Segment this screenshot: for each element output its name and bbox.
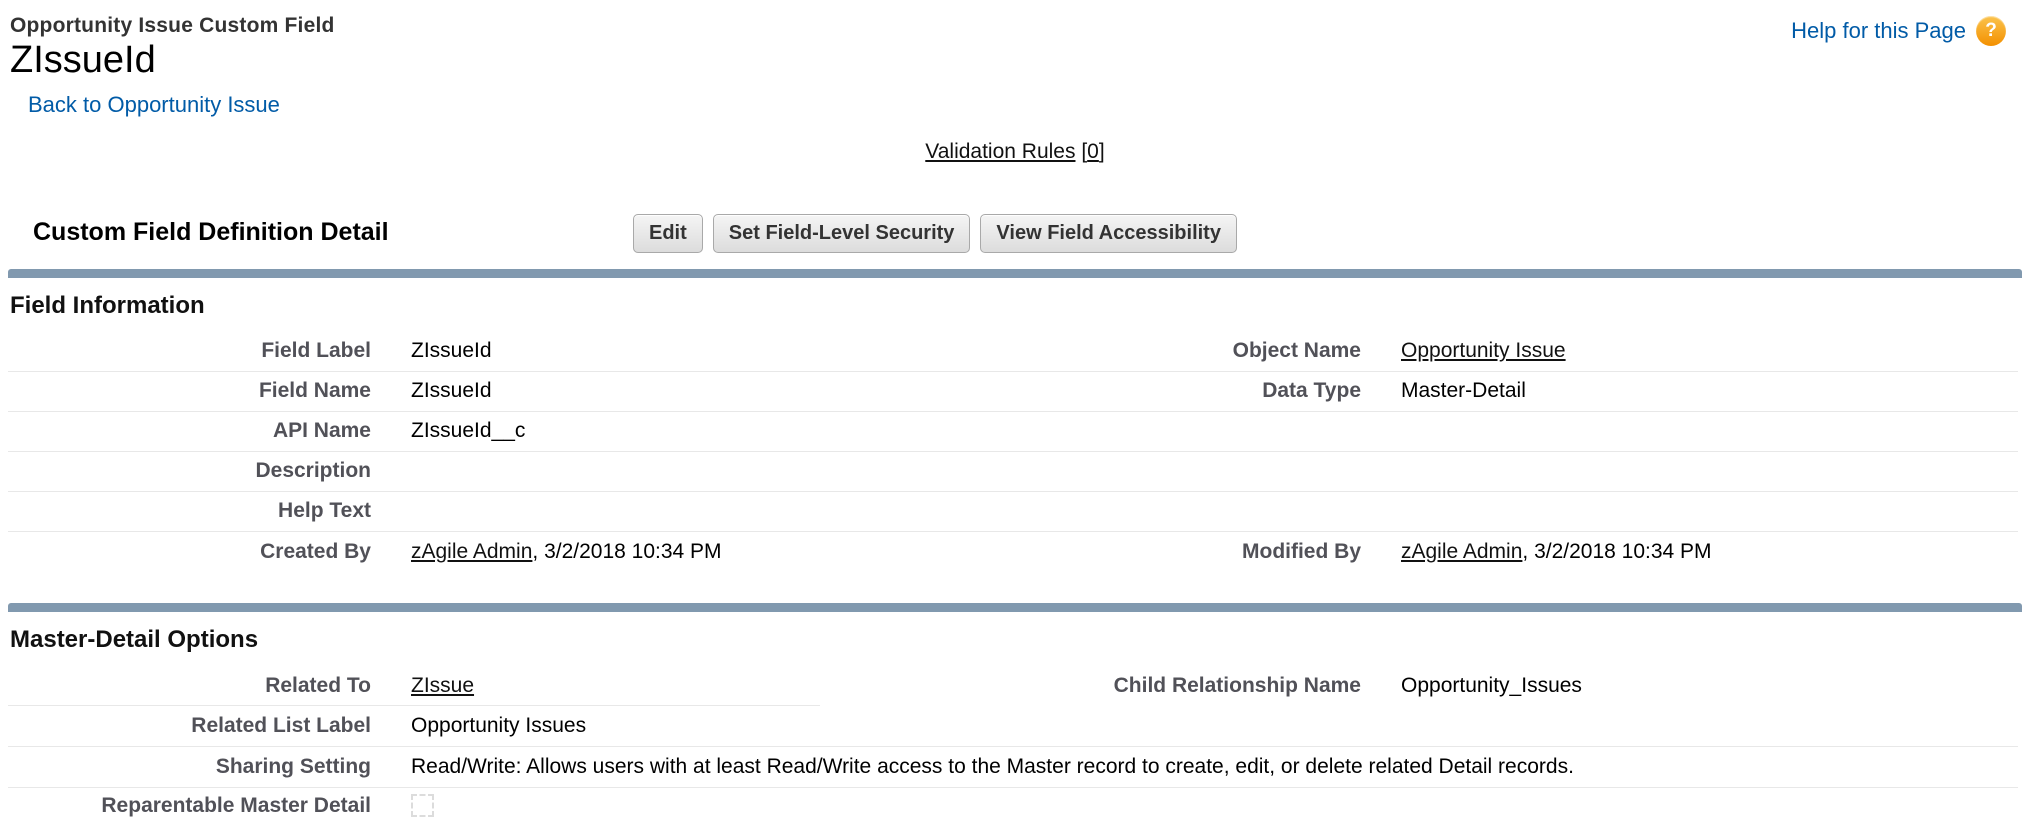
- field-label-label: Field Label: [8, 339, 383, 363]
- table-row: Related To ZIssue Child Relationship Nam…: [8, 666, 2018, 706]
- table-row: Help Text: [8, 492, 2018, 532]
- master-detail-options-table: Related To ZIssue Child Relationship Nam…: [8, 666, 2018, 826]
- related-list-label-value: Opportunity Issues: [383, 714, 2018, 738]
- related-to-link[interactable]: ZIssue: [411, 674, 474, 697]
- related-list-label-label: Related List Label: [8, 714, 383, 738]
- help-area: Help for this Page ?: [1791, 16, 2006, 46]
- detail-section-title: Custom Field Definition Detail: [33, 218, 389, 247]
- view-field-accessibility-button[interactable]: View Field Accessibility: [980, 214, 1237, 253]
- field-name-label: Field Name: [8, 379, 383, 403]
- table-row: Sharing Setting Read/Write: Allows users…: [8, 747, 2018, 788]
- data-type-value: Master-Detail: [1373, 379, 2018, 403]
- table-row: Description: [8, 452, 2018, 492]
- api-name-value: ZIssueId__c: [383, 419, 1018, 443]
- created-by-value: zAgile Admin, 3/2/2018 10:34 PM: [383, 540, 1018, 564]
- validation-rules-link[interactable]: Validation Rules: [925, 140, 1075, 163]
- help-for-this-page-link[interactable]: Help for this Page: [1791, 18, 1966, 44]
- object-name-label: Object Name: [1018, 339, 1373, 363]
- page-header: Opportunity Issue Custom Field ZIssueId …: [0, 0, 2030, 118]
- custom-field-detail-page: Opportunity Issue Custom Field ZIssueId …: [0, 0, 2030, 826]
- api-name-label: API Name: [8, 419, 383, 443]
- modified-by-user-link[interactable]: zAgile Admin: [1401, 540, 1522, 563]
- table-row: API Name ZIssueId__c: [8, 412, 2018, 452]
- set-field-level-security-button[interactable]: Set Field-Level Security: [713, 214, 971, 253]
- master-detail-options-title: Master-Detail Options: [10, 626, 2030, 654]
- field-information-title: Field Information: [10, 292, 2030, 320]
- back-to-object-link[interactable]: Back to Opportunity Issue: [28, 92, 280, 118]
- reparentable-checkbox[interactable]: [411, 794, 434, 817]
- field-information-section-bar: [8, 269, 2022, 278]
- table-row: Created By zAgile Admin, 3/2/2018 10:34 …: [8, 532, 2018, 572]
- object-kicker: Opportunity Issue Custom Field: [10, 14, 2008, 38]
- modified-by-datetime: , 3/2/2018 10:34 PM: [1522, 540, 1711, 563]
- modified-by-label: Modified By: [1018, 540, 1373, 564]
- created-by-label: Created By: [8, 540, 383, 564]
- validation-rules-count-link[interactable]: 0: [1087, 140, 1099, 163]
- child-relationship-name-value: Opportunity_Issues: [1373, 674, 2018, 698]
- data-type-label: Data Type: [1018, 379, 1373, 403]
- detail-header: Custom Field Definition Detail Edit Set …: [0, 214, 2030, 256]
- table-row: Field Name ZIssueId Data Type Master-Det…: [8, 372, 2018, 412]
- detail-button-row: Edit Set Field-Level Security View Field…: [633, 214, 1237, 253]
- help-question-icon[interactable]: ?: [1976, 16, 2006, 46]
- description-label: Description: [8, 459, 383, 483]
- sharing-setting-value: Read/Write: Allows users with at least R…: [383, 755, 2018, 779]
- validation-rules-bracket-close: ]: [1099, 140, 1105, 163]
- sharing-setting-label: Sharing Setting: [8, 755, 383, 779]
- master-detail-section-bar: [8, 603, 2022, 612]
- edit-button[interactable]: Edit: [633, 214, 703, 253]
- help-text-label: Help Text: [8, 499, 383, 523]
- table-row: Field Label ZIssueId Object Name Opportu…: [8, 332, 2018, 372]
- modified-by-value: zAgile Admin, 3/2/2018 10:34 PM: [1373, 540, 2018, 564]
- table-row: Reparentable Master Detail: [8, 788, 2018, 826]
- object-name-link[interactable]: Opportunity Issue: [1401, 339, 1566, 362]
- validation-rules-line: Validation Rules [0]: [0, 140, 2030, 164]
- field-name-value: ZIssueId: [383, 379, 1018, 403]
- created-by-user-link[interactable]: zAgile Admin: [411, 540, 532, 563]
- reparentable-master-detail-label: Reparentable Master Detail: [8, 794, 383, 818]
- related-to-label: Related To: [8, 674, 383, 698]
- created-by-datetime: , 3/2/2018 10:34 PM: [532, 540, 721, 563]
- page-title: ZIssueId: [10, 40, 2008, 82]
- table-row: Related List Label Opportunity Issues: [8, 706, 2018, 747]
- child-relationship-name-label: Child Relationship Name: [1018, 674, 1373, 698]
- field-information-table: Field Label ZIssueId Object Name Opportu…: [8, 332, 2018, 572]
- field-label-value: ZIssueId: [383, 339, 1018, 363]
